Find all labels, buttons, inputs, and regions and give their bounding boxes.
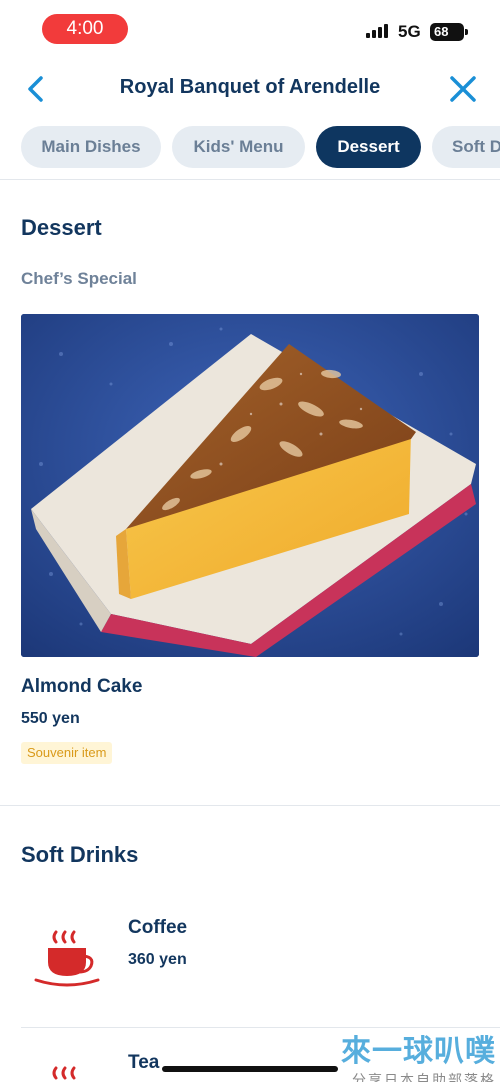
dessert-item-price: 550 yen	[21, 710, 80, 727]
souvenir-badge: Souvenir item	[21, 742, 113, 764]
status-bar: 4:00 5G 68	[0, 0, 500, 60]
watermark-sub: 分享日本自助部落格	[352, 1072, 496, 1082]
drink-name-coffee: Coffee	[128, 917, 188, 938]
battery-icon: 68	[430, 23, 468, 41]
section-divider	[0, 805, 500, 806]
tab-main-dishes[interactable]: Main Dishes	[21, 126, 161, 168]
section-subtitle: Chef’s Special	[21, 269, 137, 288]
tea-cup-icon	[34, 1064, 100, 1082]
tab-soft-drinks[interactable]: Soft Drinks	[432, 126, 500, 168]
status-time: 4:00	[42, 14, 128, 44]
back-chevron-icon[interactable]	[20, 72, 54, 106]
section-title-soft-drinks: Soft Drinks	[21, 842, 139, 867]
page-title: Royal Banquet of Arendelle	[119, 76, 381, 98]
drink-price-coffee: 360 yen	[128, 951, 187, 968]
signal-strength-icon	[366, 24, 392, 38]
coffee-cup-icon	[34, 928, 100, 988]
almond-cake-photo[interactable]	[21, 314, 479, 657]
tab-kids-menu[interactable]: Kids' Menu	[172, 126, 305, 168]
home-indicator[interactable]	[162, 1066, 338, 1072]
drink-name-tea: Tea	[128, 1052, 160, 1073]
tabs-divider	[0, 179, 500, 180]
nav-bar: Royal Banquet of Arendelle	[0, 62, 500, 116]
network-type: 5G	[398, 22, 421, 41]
tab-dessert[interactable]: Dessert	[316, 126, 421, 168]
category-tabs: Main Dishes Kids' Menu Dessert Soft Drin…	[0, 126, 500, 170]
close-icon[interactable]	[446, 72, 480, 106]
watermark: 來一球叭噗 分享日本自助部落格	[341, 1026, 496, 1082]
battery-level: 68	[434, 24, 449, 39]
watermark-main: 來一球叭噗	[341, 1035, 496, 1068]
dessert-item-name: Almond Cake	[21, 676, 143, 697]
section-title-dessert: Dessert	[21, 215, 102, 240]
